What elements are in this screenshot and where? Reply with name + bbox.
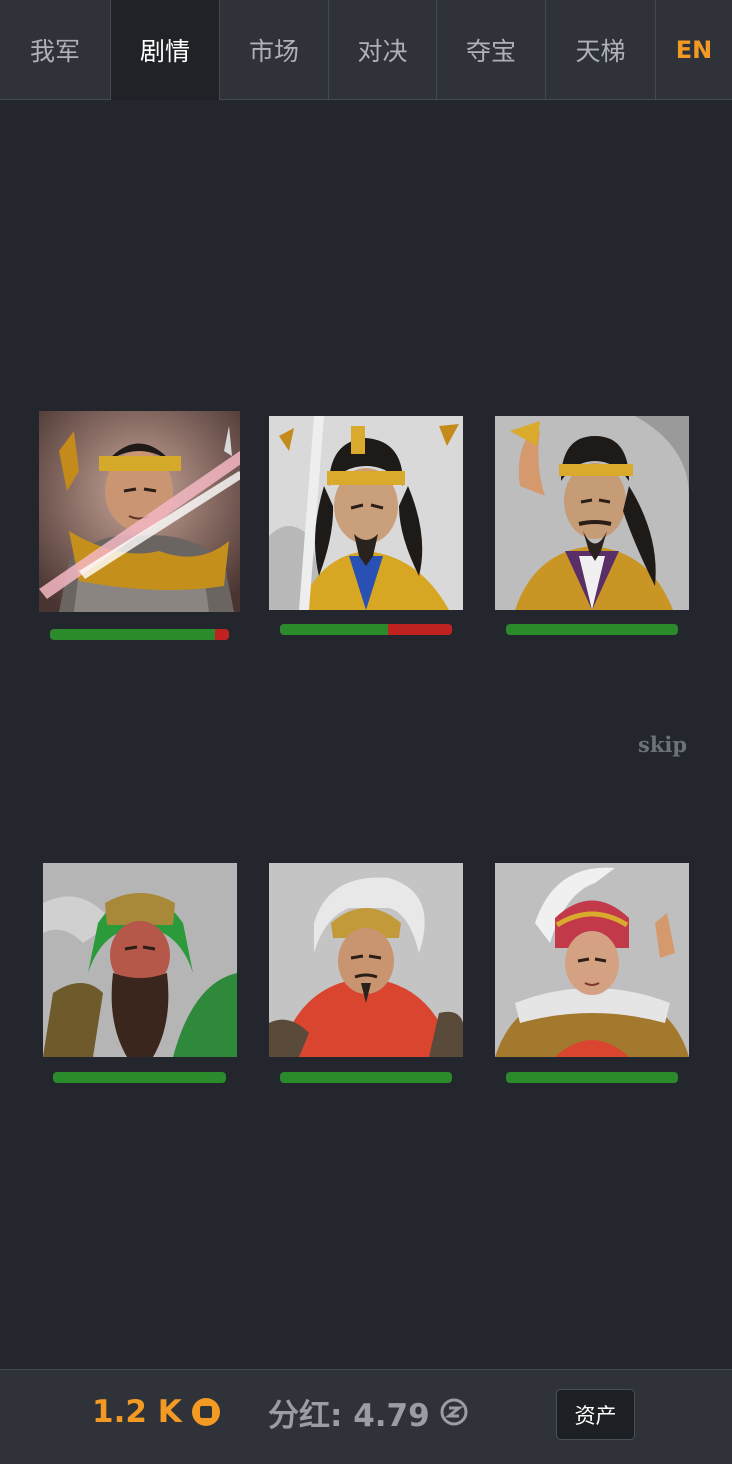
yellow-turban-warrior-portrait — [39, 411, 240, 612]
hp-bar — [506, 624, 678, 635]
skip-button[interactable]: skip — [638, 732, 687, 757]
player-hero-3[interactable] — [495, 863, 689, 1083]
player-hero-2[interactable] — [269, 863, 463, 1083]
enemy-hero-1[interactable] — [39, 411, 240, 640]
coin-balance: 1.2 K — [92, 1392, 220, 1432]
tab-label: 市场 — [248, 37, 299, 66]
tab-duel[interactable]: 对决 — [329, 0, 437, 100]
enemy-hero-2[interactable] — [269, 416, 463, 635]
coin-amount: 1.2 K — [92, 1394, 182, 1430]
tab-label: 夺宝 — [465, 37, 516, 66]
player-hero-1[interactable] — [43, 863, 237, 1083]
green-robed-bearded-general-portrait — [43, 863, 237, 1057]
tab-treasure[interactable]: 夺宝 — [437, 0, 546, 100]
enemy-hero-3[interactable] — [495, 416, 689, 635]
yellow-turban-swordsman-portrait — [269, 416, 463, 610]
tab-market[interactable]: 市场 — [220, 0, 329, 100]
dividend-balance: 分红: 4.79 — [268, 1392, 468, 1434]
coin-icon — [191, 1398, 220, 1426]
hp-bar — [506, 1072, 678, 1083]
hp-bar — [280, 624, 452, 635]
language-toggle[interactable]: EN — [656, 0, 732, 100]
tab-label: 对决 — [357, 37, 408, 66]
hp-bar — [50, 629, 229, 640]
yellow-turban-sorcerer-portrait — [495, 416, 689, 610]
white-plumed-young-general-portrait — [495, 863, 689, 1057]
tab-label: 天梯 — [575, 37, 626, 66]
tab-story[interactable]: 剧情 — [111, 0, 220, 100]
assets-button[interactable]: 资产 — [556, 1389, 635, 1440]
dividend-token-icon — [440, 1398, 468, 1426]
red-caped-gold-helmet-general-portrait — [269, 863, 463, 1057]
tab-my-army[interactable]: 我军 — [0, 0, 111, 100]
top-nav: 我军 剧情 市场 对决 夺宝 天梯 EN — [0, 0, 732, 100]
tab-label: 剧情 — [139, 37, 190, 66]
tab-ladder[interactable]: 天梯 — [546, 0, 656, 100]
hp-bar — [53, 1072, 226, 1083]
tab-label: 我军 — [29, 37, 80, 66]
hp-bar — [280, 1072, 452, 1083]
dividend-label: 分红: 4.79 — [268, 1397, 430, 1434]
